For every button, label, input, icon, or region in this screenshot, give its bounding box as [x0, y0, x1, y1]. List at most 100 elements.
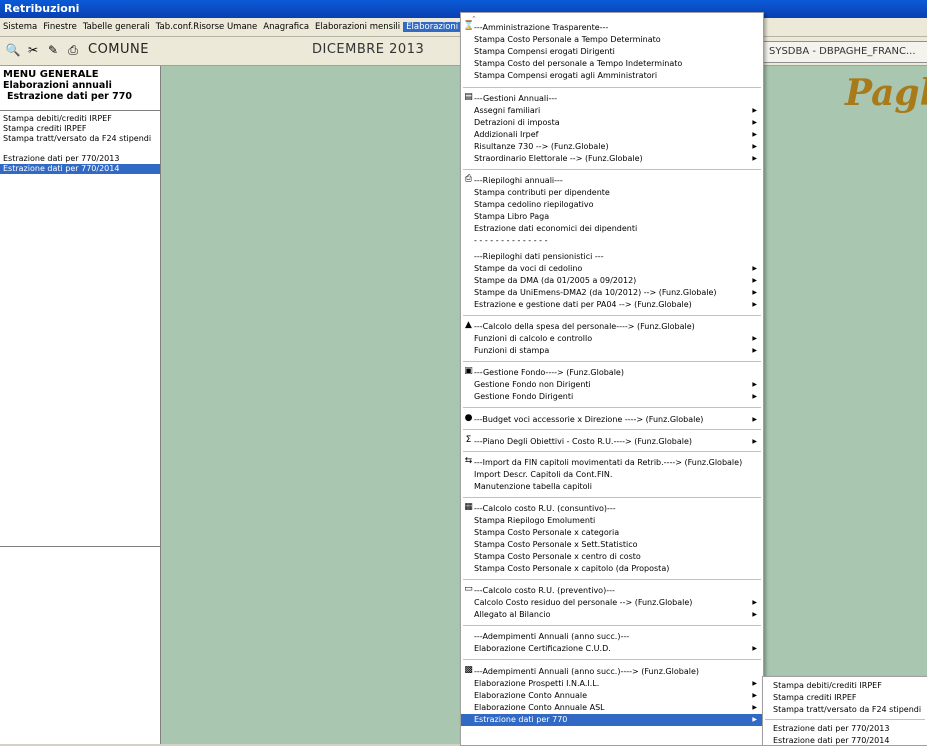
menu-item-label: Stampa Costo Personale a Tempo Determina… [474, 35, 661, 44]
menu-item[interactable]: Stampe da voci di cedolino ▶ [461, 263, 763, 275]
menu-item[interactable]: ⌛ ---Amministrazione Trasparente--- [461, 21, 763, 34]
menu-item[interactable]: ▤ ---Gestioni Annuali--- [461, 92, 763, 105]
menu-item-label: Funzioni di stampa [474, 346, 550, 355]
menu-item[interactable]: ▦ ---Calcolo costo R.U. (consuntivo)--- [461, 502, 763, 515]
menu-item[interactable]: Funzioni di calcolo e controllo ▶ [461, 333, 763, 345]
left-menu-item[interactable]: Stampa debiti/crediti IRPEF [0, 114, 160, 124]
menu-item[interactable]: Addizionali Irpef ▶ [461, 129, 763, 141]
menu-item-label: Stampe da DMA (da 01/2005 a 09/2012) [474, 276, 637, 285]
menu-item[interactable]: Stampa Costo Personale a Tempo Determina… [461, 34, 763, 46]
menu-item[interactable]: Stampe da UniEmens-DMA2 (da 10/2012) -->… [461, 287, 763, 299]
search-icon[interactable]: 🔍 [4, 41, 22, 59]
menu-item[interactable]: Stampa Costo Personale x centro di costo [461, 551, 763, 563]
menubar-item[interactable]: Anagrafica [260, 22, 312, 32]
menu-item[interactable]: Stampa Costo Personale x Sett.Statistico [461, 539, 763, 551]
menu-item[interactable]: Stampe da DMA (da 01/2005 a 09/2012) ▶ [461, 275, 763, 287]
menu-item[interactable]: ---Riepiloghi dati pensionistici --- [461, 251, 763, 263]
menu-item[interactable]: Straordinario Elettorale --> (Funz.Globa… [461, 153, 763, 165]
menu-item[interactable]: Risultanze 730 --> (Funz.Globale) ▶ [461, 141, 763, 153]
menu-item-label: Risultanze 730 --> (Funz.Globale) [474, 142, 609, 151]
left-menu-item[interactable]: Stampa tratt/versato da F24 stipendi [0, 134, 160, 144]
left-menu-item[interactable]: Estrazione dati per 770/2014 [0, 164, 160, 174]
menu-item[interactable]: Stampa Libro Paga [461, 211, 763, 223]
menu-item[interactable]: Stampa Costo del personale a Tempo Indet… [461, 58, 763, 70]
menu-item[interactable]: ▣ ---Gestione Fondo----> (Funz.Globale) [461, 366, 763, 379]
menu-item[interactable]: Allegato al Bilancio ▶ [461, 609, 763, 621]
menu-item-label: ---Calcolo costo R.U. (consuntivo)--- [474, 504, 616, 513]
menu-item[interactable]: Detrazioni di imposta ▶ [461, 117, 763, 129]
menu-item-icon: ⎙ [464, 174, 473, 184]
submenu-arrow-icon: ▶ [752, 107, 757, 114]
menu-item[interactable]: ⎙ ---Riepiloghi annuali--- [461, 174, 763, 187]
menu-section: Elaborazioni annuali [3, 80, 112, 91]
menu-item[interactable]: Elaborazione Prospetti I.N.A.I.L. ▶ [461, 678, 763, 690]
menu-item-icon: ▲ [465, 320, 472, 330]
menu-item[interactable]: Elaborazione Conto Annuale ▶ [461, 690, 763, 702]
submenu-arrow-icon: ▶ [752, 119, 757, 126]
menu-item-label: ---Amministrazione Trasparente--- [474, 23, 609, 32]
menu-separator [463, 429, 761, 430]
menu-item[interactable]: ⇆ ---Import da FIN capitoli movimentati d… [461, 456, 763, 469]
submenu-item[interactable]: Stampa crediti IRPEF [773, 693, 856, 702]
menu-item-label: ---Import da FIN capitoli movimentati da… [474, 458, 743, 467]
menu-item[interactable]: Gestione Fondo non Dirigenti ▶ [461, 379, 763, 391]
menu-item[interactable]: Estrazione e gestione dati per PA04 --> … [461, 299, 763, 311]
menu-item[interactable]: Funzioni di stampa ▶ [461, 345, 763, 357]
submenu-arrow-icon: ▶ [752, 704, 757, 711]
print-icon[interactable]: ⎙ [64, 41, 82, 59]
menu-item[interactable]: Elaborazione Conto Annuale ASL ▶ [461, 702, 763, 714]
menu-item[interactable]: Stampa Compensi erogati agli Amministrat… [461, 70, 763, 82]
menu-item[interactable]: ● ---Budget voci accessorie x Direzione -… [461, 413, 763, 426]
submenu-arrow-icon: ▶ [752, 131, 757, 138]
menu-item[interactable]: Calcolo Costo residuo del personale --> … [461, 597, 763, 609]
menu-item-label: Gestione Fondo non Dirigenti [474, 380, 591, 389]
menu-item[interactable]: ▭ ---Calcolo costo R.U. (preventivo)--- [461, 584, 763, 597]
menu-item[interactable]: Import Descr. Capitoli da Cont.FIN. [461, 469, 763, 481]
submenu-item[interactable]: Stampa tratt/versato da F24 stipendi [773, 705, 921, 714]
menu-item[interactable]: Elaborazione Certificazione C.U.D. ▶ [461, 643, 763, 655]
menu-item[interactable]: Stampa Costo Personale x capitolo (da Pr… [461, 563, 763, 575]
menubar-item[interactable]: Sistema [0, 22, 40, 32]
menu-item-icon: ● [464, 413, 473, 423]
menu-item[interactable]: Stampa Compensi erogati Dirigenti [461, 46, 763, 58]
submenu-arrow-icon: ▶ [752, 438, 757, 445]
left-menu-item[interactable]: Stampa crediti IRPEF [0, 124, 160, 134]
menu-item[interactable]: ▲ ---Calcolo della spesa del personale---… [461, 320, 763, 333]
menu-item-label: ---Piano Degli Obiettivi - Costo R.U.---… [474, 437, 692, 446]
menu-item[interactable]: Estrazione dati economici dei dipendenti [461, 223, 763, 235]
menu-item[interactable]: Assegni familiari ▶ [461, 105, 763, 117]
menu-item[interactable]: Manutenzione tabella capitoli [461, 481, 763, 493]
menu-item-label: Funzioni di calcolo e controllo [474, 334, 593, 343]
menu-item[interactable]: Σ ---Piano Degli Obiettivi - Costo R.U.--… [461, 435, 763, 448]
menu-item[interactable]: ▩ ---Adempimenti Annuali (anno succ.)----… [461, 665, 763, 678]
menu-item[interactable]: Stampa contributi per dipendente [461, 187, 763, 199]
menu-item-label: Stampa Costo Personale x categoria [474, 528, 620, 537]
submenu-arrow-icon: ▶ [752, 692, 757, 699]
menu-item-label: ---Riepiloghi annuali--- [474, 176, 563, 185]
menu-item[interactable]: Gestione Fondo Dirigenti ▶ [461, 391, 763, 403]
menu-item-label: Addizionali Irpef [474, 130, 539, 139]
left-menu-item[interactable]: Estrazione dati per 770/2013 [0, 154, 160, 164]
menu-separator [463, 169, 761, 170]
menu-item[interactable]: Estrazione dati per 770 ▶ [461, 714, 763, 726]
menubar-item[interactable]: Tabelle generali [80, 22, 153, 32]
menu-item[interactable]: - - - - - - - - - - - - - - [461, 235, 763, 247]
menu-item-label: Calcolo Costo residuo del personale --> … [474, 598, 693, 607]
submenu-arrow-icon: ▶ [752, 143, 757, 150]
edit-icon[interactable]: ✎ [44, 41, 62, 59]
submenu-item[interactable]: Estrazione dati per 770/2013 [773, 724, 889, 733]
app-logo: Pagh [845, 72, 927, 114]
menubar-item[interactable]: Finestre [40, 22, 80, 32]
tools-icon[interactable]: ✂ [24, 41, 42, 59]
menu-item[interactable]: ---Adempimenti Annuali (anno succ.)--- [461, 631, 763, 643]
menu-item-label: - - - - - - - - - - - - - - [474, 236, 548, 245]
menu-item[interactable]: Stampa Riepilogo Emolumenti [461, 515, 763, 527]
menubar-item[interactable]: Tab.conf.Risorse Umane [153, 22, 261, 32]
menu-item-label: ---Gestione Fondo----> (Funz.Globale) [474, 368, 624, 377]
submenu-item[interactable]: Stampa debiti/crediti IRPEF [773, 681, 882, 690]
left-menu-list: Stampa debiti/crediti IRPEF Stampa credit… [0, 114, 160, 174]
menubar-item[interactable]: Elaborazioni mensili [312, 22, 403, 32]
menu-item[interactable]: Stampa Costo Personale x categoria [461, 527, 763, 539]
menu-item-label: Estrazione dati per 770 [474, 715, 568, 724]
menu-item[interactable]: Stampa cedolino riepilogativo [461, 199, 763, 211]
